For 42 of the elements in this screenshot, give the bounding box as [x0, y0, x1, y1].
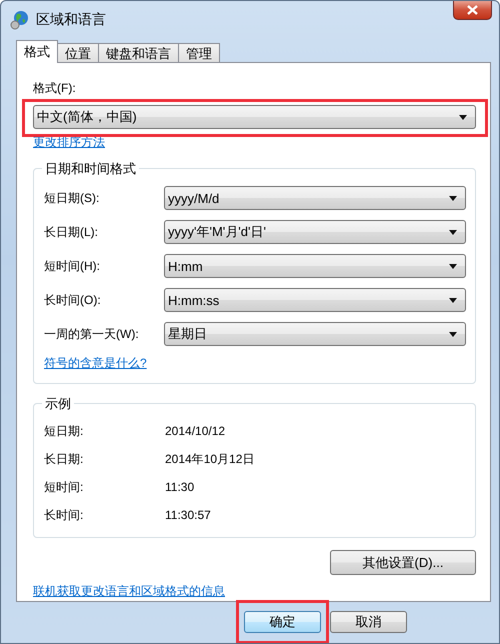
field-label: 短时间(H):: [44, 258, 101, 274]
example-value: 11:30:57: [165, 508, 211, 522]
dropdown[interactable]: yyyy/M/d: [164, 186, 466, 210]
example-label: 短日期:: [44, 422, 84, 440]
example-value: 2014年10月12日: [165, 450, 254, 468]
dropdown[interactable]: H:mm:ss: [164, 288, 466, 312]
dropdown[interactable]: yyyy'年'M'月'd'日': [164, 220, 466, 244]
field-label: 格式(F):: [33, 81, 76, 96]
field-label: 长时间(O):: [44, 292, 102, 308]
dropdown-arrow-icon: [449, 230, 457, 234]
dropdown-arrow-icon: [449, 196, 457, 200]
example-label: 长日期:: [44, 450, 84, 468]
dropdown[interactable]: 中文(简体，中国): [33, 105, 476, 129]
dropdown-arrow-icon: [449, 264, 457, 268]
online-info-link[interactable]: 联机获取更改语言和区域格式的信息: [33, 584, 225, 599]
symbols-help-link[interactable]: 符号的含意是什么?: [44, 356, 147, 371]
group-title: 示例: [42, 396, 74, 411]
close-icon: [467, 5, 478, 15]
example-label: 长时间:: [44, 506, 84, 524]
field-label: 长日期(L):: [44, 224, 99, 240]
tab[interactable]: 格式: [16, 40, 58, 63]
example-value: 2014/10/12: [165, 424, 226, 438]
tab[interactable]: 键盘和语言: [98, 43, 179, 62]
dropdown[interactable]: H:mm: [164, 254, 466, 278]
example-value: 11:30: [165, 480, 194, 494]
dropdown-arrow-icon: [449, 298, 457, 302]
cancel-button[interactable]: 取消: [330, 611, 407, 633]
window-title: 区域和语言: [36, 10, 106, 28]
dropdown[interactable]: 星期日: [164, 322, 466, 346]
globe-icon: [10, 10, 30, 30]
tab[interactable]: 管理: [178, 43, 220, 62]
field-label: 短日期(S):: [44, 190, 100, 206]
ok-button[interactable]: 确定: [244, 611, 321, 633]
tab[interactable]: 位置: [57, 43, 99, 62]
dropdown-arrow-icon: [459, 114, 467, 120]
field-label: 一周的第一天(W):: [44, 326, 140, 342]
example-label: 短时间:: [44, 478, 84, 496]
other-settings-button[interactable]: 其他设置(D)...: [330, 550, 476, 575]
change-sort-link[interactable]: 更改排序方法: [33, 135, 105, 150]
dropdown-arrow-icon: [449, 332, 457, 336]
close-button[interactable]: [453, 1, 492, 20]
group-title: 日期和时间格式: [42, 161, 139, 176]
